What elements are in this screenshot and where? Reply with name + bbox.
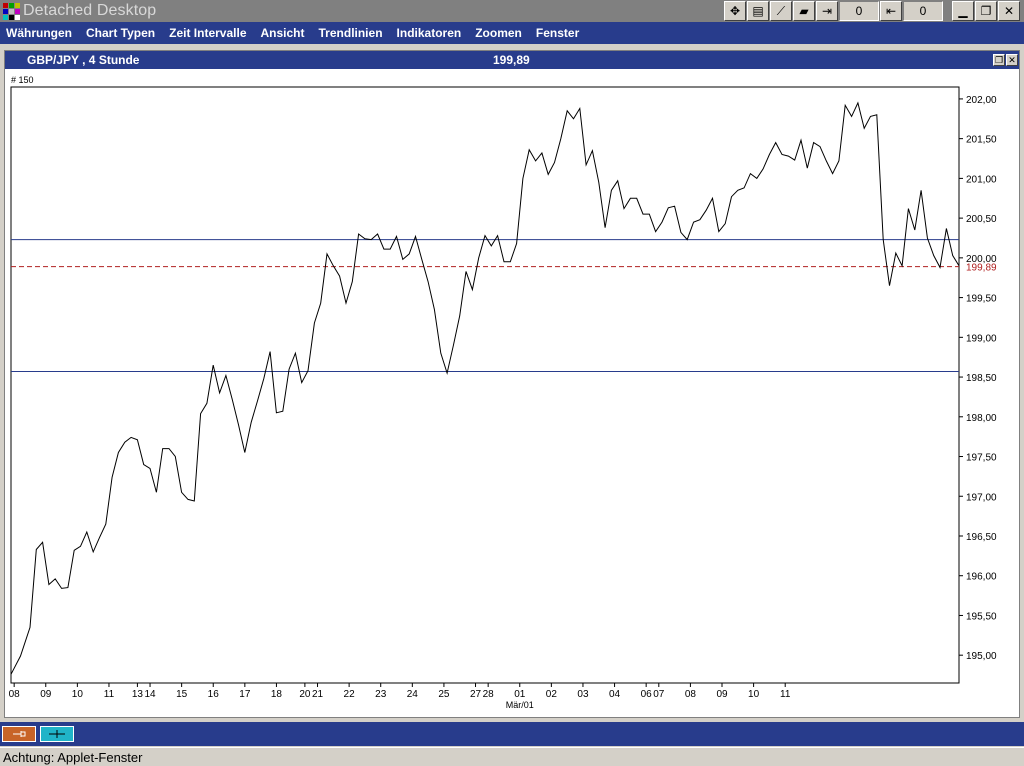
x-tick-label: 23 bbox=[375, 689, 387, 700]
x-tick-label: 03 bbox=[577, 689, 589, 700]
x-tick-label: 09 bbox=[716, 689, 728, 700]
y-tick-label: 199,50 bbox=[966, 294, 997, 305]
x-tick-label: 17 bbox=[239, 689, 251, 700]
task-button-crosshair[interactable] bbox=[40, 726, 74, 742]
login-icon[interactable]: ⇥ bbox=[816, 1, 838, 21]
menu-waehrungen[interactable]: Währungen bbox=[6, 26, 72, 40]
menu-zeit-intervalle[interactable]: Zeit Intervalle bbox=[169, 26, 246, 40]
y-tick-label: 201,50 bbox=[966, 135, 997, 146]
x-tick-label: 10 bbox=[72, 689, 84, 700]
counter-right: 0 bbox=[903, 1, 943, 21]
status-bar: Achtung: Applet-Fenster bbox=[0, 747, 1024, 766]
y-tick-label: 198,00 bbox=[966, 413, 997, 424]
toolbar: ✥ ▤ ⟋ ▰ ⇥ 0 ⇤ 0 ▁ ❐ ✕ bbox=[723, 1, 1020, 21]
status-text: Achtung: Applet-Fenster bbox=[3, 750, 143, 765]
last-price-label: 199,89 bbox=[966, 263, 997, 274]
print-icon[interactable]: ▤ bbox=[747, 1, 769, 21]
menu-bar: Währungen Chart Typen Zeit Intervalle An… bbox=[0, 22, 1024, 44]
y-tick-label: 199,00 bbox=[966, 333, 997, 344]
price-chart[interactable]: 195,00 195,50 196,00 196,50 197,00 197,50 198,… bbox=[5, 69, 1019, 717]
x-tick-label: 06 bbox=[641, 689, 653, 700]
x-tick-label: 08 bbox=[685, 689, 697, 700]
x-tick-label: 20 bbox=[299, 689, 311, 700]
y-tick-label: 196,50 bbox=[966, 532, 997, 543]
y-tick-label: 201,00 bbox=[966, 174, 997, 185]
chart-close-icon[interactable]: ✕ bbox=[1006, 54, 1018, 66]
chart-title: GBP/JPY , 4 Stunde bbox=[27, 53, 140, 67]
y-tick-label: 198,50 bbox=[966, 373, 997, 384]
desktop-window: Detached Desktop ✥ ▤ ⟋ ▰ ⇥ 0 ⇤ 0 ▁ ❐ ✕ W… bbox=[0, 0, 1024, 766]
x-tick-label: 14 bbox=[144, 689, 156, 700]
menu-indikatoren[interactable]: Indikatoren bbox=[397, 26, 462, 40]
bar-count: # 150 bbox=[11, 75, 34, 85]
y-tick-label: 200,50 bbox=[966, 214, 997, 225]
trend-tool-icon[interactable]: ⟋ bbox=[770, 1, 792, 21]
x-tick-label: 16 bbox=[208, 689, 220, 700]
x-tick-label: 10 bbox=[748, 689, 760, 700]
x-tick-label: 13 bbox=[132, 689, 144, 700]
task-button-pin[interactable] bbox=[2, 726, 36, 742]
task-bar bbox=[0, 722, 1024, 746]
x-tick-label: 21 bbox=[312, 689, 324, 700]
x-sublabel: Mär/01 bbox=[506, 700, 534, 710]
x-tick-label: 28 bbox=[483, 689, 495, 700]
chart-area[interactable]: 195,00 195,50 196,00 196,50 197,00 197,50 198,… bbox=[5, 69, 1019, 717]
menu-ansicht[interactable]: Ansicht bbox=[261, 26, 305, 40]
x-tick-label: 01 bbox=[514, 689, 526, 700]
menu-fenster[interactable]: Fenster bbox=[536, 26, 579, 40]
menu-trendlinien[interactable]: Trendlinien bbox=[319, 26, 383, 40]
plot-frame bbox=[10, 86, 960, 684]
menu-chart-typen[interactable]: Chart Typen bbox=[86, 26, 155, 40]
y-tick-label: 195,00 bbox=[966, 651, 997, 662]
x-tick-label: 24 bbox=[407, 689, 419, 700]
move-icon[interactable]: ✥ bbox=[724, 1, 746, 21]
fill-tool-icon[interactable]: ▰ bbox=[793, 1, 815, 21]
x-tick-label: 18 bbox=[271, 689, 283, 700]
close-icon[interactable]: ✕ bbox=[998, 1, 1020, 21]
x-tick-label: 25 bbox=[438, 689, 450, 700]
x-tick-label: 04 bbox=[609, 689, 621, 700]
window-title: Detached Desktop bbox=[23, 2, 157, 19]
chart-header: GBP/JPY , 4 Stunde 199,89 ❐ ✕ bbox=[5, 51, 1019, 69]
y-tick-label: 196,00 bbox=[966, 572, 997, 583]
counter-left: 0 bbox=[839, 1, 879, 21]
x-tick-label: 11 bbox=[104, 689, 115, 700]
y-tick-label: 197,00 bbox=[966, 492, 997, 503]
x-tick-label: 27 bbox=[470, 689, 482, 700]
y-tick-label: 197,50 bbox=[966, 453, 997, 464]
title-bar: Detached Desktop ✥ ▤ ⟋ ▰ ⇥ 0 ⇤ 0 ▁ ❐ ✕ bbox=[0, 0, 1024, 22]
logout-icon[interactable]: ⇤ bbox=[880, 1, 902, 21]
x-tick-label: 11 bbox=[780, 689, 791, 700]
restore-icon[interactable]: ❐ bbox=[975, 1, 997, 21]
x-tick-label: 08 bbox=[9, 689, 21, 700]
x-tick-label: 15 bbox=[176, 689, 188, 700]
y-tick-label: 195,50 bbox=[966, 611, 997, 622]
chart-restore-icon[interactable]: ❐ bbox=[993, 54, 1005, 66]
y-tick-label: 202,00 bbox=[966, 95, 997, 106]
x-tick-label: 22 bbox=[344, 689, 356, 700]
chart-current-price: 199,89 bbox=[493, 53, 530, 67]
x-tick-label: 02 bbox=[546, 689, 558, 700]
x-tick-label: 07 bbox=[653, 689, 665, 700]
app-icon bbox=[2, 2, 20, 20]
minimize-icon[interactable]: ▁ bbox=[952, 1, 974, 21]
menu-zoomen[interactable]: Zoomen bbox=[475, 26, 522, 40]
x-tick-label: 09 bbox=[40, 689, 52, 700]
chart-window: GBP/JPY , 4 Stunde 199,89 ❐ ✕ 195,00 195,… bbox=[4, 50, 1020, 718]
